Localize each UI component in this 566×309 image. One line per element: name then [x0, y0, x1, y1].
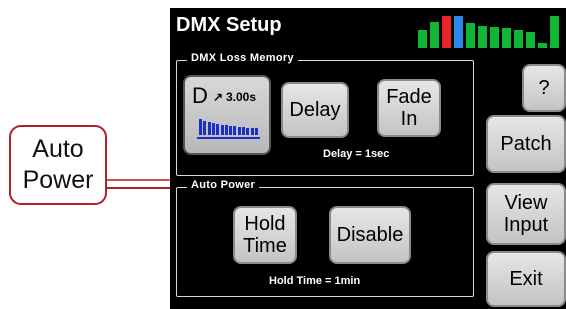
help-button[interactable]: ? — [522, 64, 566, 112]
level-meter-bar — [550, 16, 559, 48]
dmx-level-meter — [418, 12, 564, 48]
level-meter-bar — [526, 32, 535, 48]
mode-time-label: 3.00s — [226, 90, 257, 104]
fade-curve-bar — [250, 128, 254, 135]
hold-time-button[interactable]: Hold Time — [233, 206, 297, 264]
exit-button[interactable]: Exit — [486, 251, 566, 307]
view-input-line1: View — [504, 192, 548, 214]
fade-in-line1: Fade — [386, 86, 432, 108]
callout-line2: Power — [22, 166, 94, 194]
fade-curve-bar — [199, 119, 202, 135]
fade-arrow-icon: ↗ — [213, 90, 224, 104]
hold-time-line1: Hold — [244, 213, 286, 235]
group-title-auto-power: Auto Power — [187, 179, 260, 191]
fade-curve-bar — [224, 125, 228, 135]
group-title-dmx-loss: DMX Loss Memory — [187, 52, 298, 64]
loss-mode-button[interactable]: D ↗ 3.00s — [183, 75, 271, 155]
level-meter-bar — [490, 27, 499, 48]
fade-curve-bar — [203, 121, 207, 135]
auto-power-group: Auto Power Hold Time Disable Hold Time =… — [176, 179, 474, 297]
fade-curve-bar — [216, 124, 220, 135]
fade-curve-baseline — [197, 137, 260, 139]
screen-title: DMX Setup — [176, 14, 282, 36]
fade-curve-icon — [199, 119, 259, 135]
dmx-loss-memory-group: DMX Loss Memory D ↗ 3.00s Delay Fade In … — [176, 52, 474, 176]
fade-curve-bar — [237, 127, 241, 135]
view-input-line2: Input — [503, 214, 549, 236]
fade-curve-bar — [207, 122, 211, 135]
mode-letter: D — [192, 83, 208, 108]
fade-in-line2: In — [400, 108, 418, 130]
fade-curve-bar — [242, 127, 245, 135]
level-meter-bar — [442, 16, 451, 48]
callout-line1: Auto — [32, 135, 84, 163]
delay-status: Delay = 1sec — [323, 148, 390, 160]
hold-time-status: Hold Time = 1min — [269, 275, 361, 287]
fade-curve-bar — [220, 125, 224, 135]
fade-in-button[interactable]: Fade In — [377, 79, 441, 137]
hold-time-line2: Time — [243, 235, 287, 257]
fade-curve-bar — [233, 126, 237, 135]
view-input-button[interactable]: View Input — [486, 183, 566, 245]
fade-curve-bar — [254, 128, 258, 135]
fade-curve-bar — [246, 128, 250, 135]
level-meter-bar — [430, 22, 439, 48]
fade-curve-bar — [229, 126, 233, 135]
fade-curve-bar — [211, 123, 215, 135]
level-meter-bar — [466, 23, 475, 48]
level-meter-bar — [478, 26, 487, 48]
level-meter-bar — [514, 30, 523, 48]
level-meter-bar — [454, 16, 463, 48]
level-meter-bar — [502, 28, 511, 48]
callout-auto-power: Auto Power — [9, 125, 107, 205]
device-screen: DMX Setup DMX Loss Memory D ↗ 3.00s Dela… — [170, 8, 566, 309]
level-meter-bar — [418, 30, 427, 48]
level-meter-bar — [538, 43, 547, 48]
patch-button[interactable]: Patch — [486, 115, 566, 173]
delay-button[interactable]: Delay — [281, 82, 349, 138]
disable-button[interactable]: Disable — [329, 206, 411, 264]
